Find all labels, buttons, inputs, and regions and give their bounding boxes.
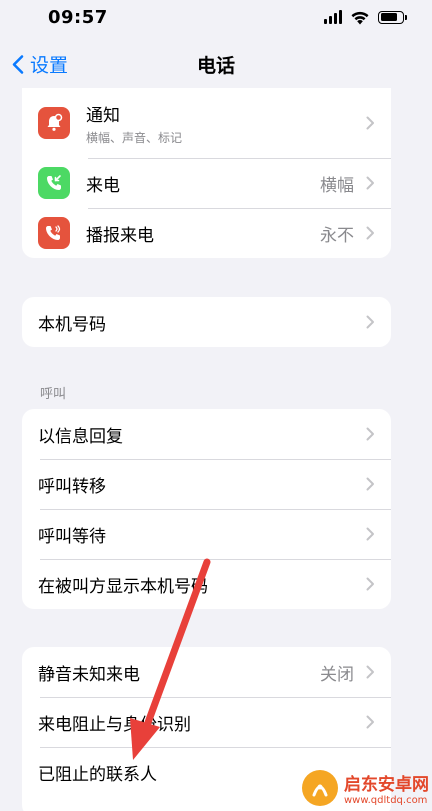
- respond-with-text-label: 以信息回复: [38, 426, 123, 447]
- incoming-call-value: 横幅: [320, 175, 354, 196]
- nav-bar: 设置 电话: [0, 40, 432, 88]
- chevron-right-icon: [366, 527, 374, 541]
- call-forwarding-row[interactable]: 呼叫转移: [22, 459, 391, 509]
- call-blocking-label: 来电阻止与身份识别: [38, 714, 191, 735]
- back-label: 设置: [30, 54, 69, 77]
- chevron-right-icon: [366, 427, 374, 441]
- silence-unknown-label: 静音未知来电: [38, 664, 140, 685]
- respond-with-text-row[interactable]: 以信息回复: [22, 409, 391, 459]
- wifi-icon: [351, 11, 369, 24]
- my-number-row[interactable]: 本机号码: [22, 297, 391, 347]
- announce-calls-value: 永不: [320, 225, 354, 246]
- chevron-right-icon: [366, 116, 374, 130]
- silence-unknown-value: 关闭: [320, 664, 354, 685]
- my-number-label: 本机号码: [38, 314, 106, 335]
- show-caller-id-label: 在被叫方显示本机号码: [38, 576, 208, 597]
- notifications-row[interactable]: 通知 横幅、声音、标记: [22, 88, 391, 158]
- incoming-call-label: 来电: [86, 175, 120, 196]
- chevron-right-icon: [366, 715, 374, 729]
- call-waiting-label: 呼叫等待: [38, 526, 106, 547]
- announce-call-icon: [38, 217, 70, 249]
- watermark-sub: www.qdltdq.com: [344, 795, 428, 806]
- notifications-sub: 横幅、声音、标记: [86, 130, 183, 145]
- watermark: 启东安卓网 www.qdltdq.com: [302, 770, 429, 806]
- chevron-right-icon: [366, 477, 374, 491]
- show-caller-id-row[interactable]: 在被叫方显示本机号码: [22, 559, 391, 609]
- chevron-right-icon: [366, 176, 374, 190]
- bell-badge-icon: [38, 107, 70, 139]
- watermark-title: 启东安卓网: [344, 775, 429, 795]
- notifications-label: 通知: [86, 105, 120, 126]
- chevron-left-icon: [12, 54, 24, 74]
- chevron-right-icon: [366, 226, 374, 240]
- chevron-right-icon: [366, 577, 374, 591]
- incoming-call-icon: [38, 167, 70, 199]
- silence-unknown-row[interactable]: 静音未知来电 关闭: [22, 647, 391, 697]
- chevron-right-icon: [366, 665, 374, 679]
- status-time: 09:57: [48, 6, 108, 28]
- my-number-group: 本机号码: [22, 297, 391, 347]
- notification-group: 通知 横幅、声音、标记 来电 横幅 播报来电 永不: [22, 88, 391, 258]
- back-button[interactable]: 设置: [12, 51, 68, 78]
- page-title: 电话: [196, 54, 235, 77]
- chevron-right-icon: [366, 315, 374, 329]
- announce-calls-label: 播报来电: [86, 225, 154, 246]
- announce-calls-row[interactable]: 播报来电 永不: [22, 208, 391, 258]
- call-blocking-row[interactable]: 来电阻止与身份识别: [22, 697, 391, 747]
- watermark-logo-icon: [302, 770, 338, 806]
- call-forwarding-label: 呼叫转移: [38, 476, 106, 497]
- call-waiting-row[interactable]: 呼叫等待: [22, 509, 391, 559]
- status-bar: 09:57: [0, 0, 432, 34]
- status-icons: [324, 10, 407, 25]
- calls-section-header: 呼叫: [40, 387, 67, 402]
- cellular-signal-icon: [324, 10, 342, 24]
- incoming-call-row[interactable]: 来电 横幅: [22, 158, 391, 208]
- calls-group: 以信息回复 呼叫转移 呼叫等待 在被叫方显示本机号码: [22, 409, 391, 609]
- battery-icon: [378, 10, 407, 24]
